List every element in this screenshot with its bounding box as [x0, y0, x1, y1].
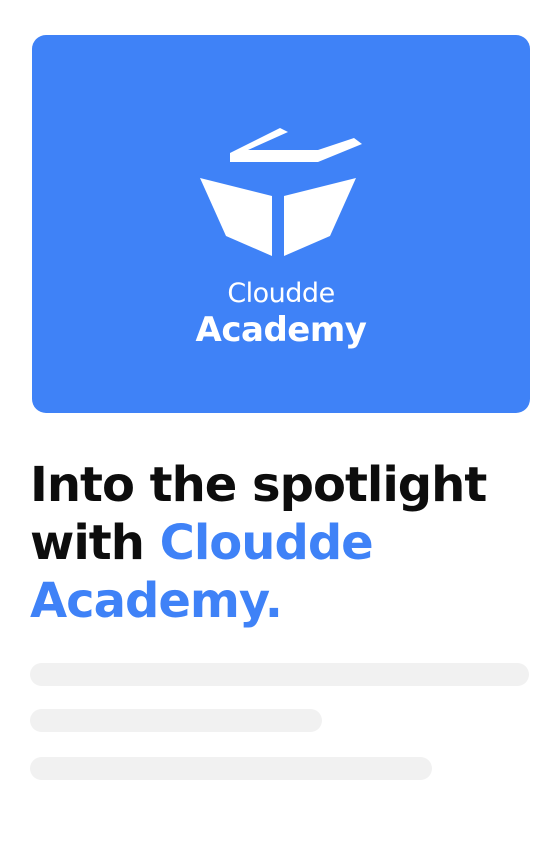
skeleton-line — [30, 757, 432, 780]
hero-banner: Cloudde Academy — [32, 35, 530, 413]
brand-name-line2: Academy — [195, 310, 367, 350]
headline-line1: Into the spotlight — [30, 457, 487, 513]
skeleton-line — [30, 663, 529, 686]
cube-box-icon — [200, 128, 362, 256]
skeleton-line — [30, 709, 322, 732]
brand-name-line1: Cloudde — [227, 278, 335, 309]
headline-line2-prefix: with — [30, 515, 160, 571]
headline: Into the spotlight with Cloudde Academy. — [30, 456, 550, 630]
headline-academy-accent: Academy. — [30, 573, 283, 629]
headline-brand-accent: Cloudde — [159, 515, 374, 571]
